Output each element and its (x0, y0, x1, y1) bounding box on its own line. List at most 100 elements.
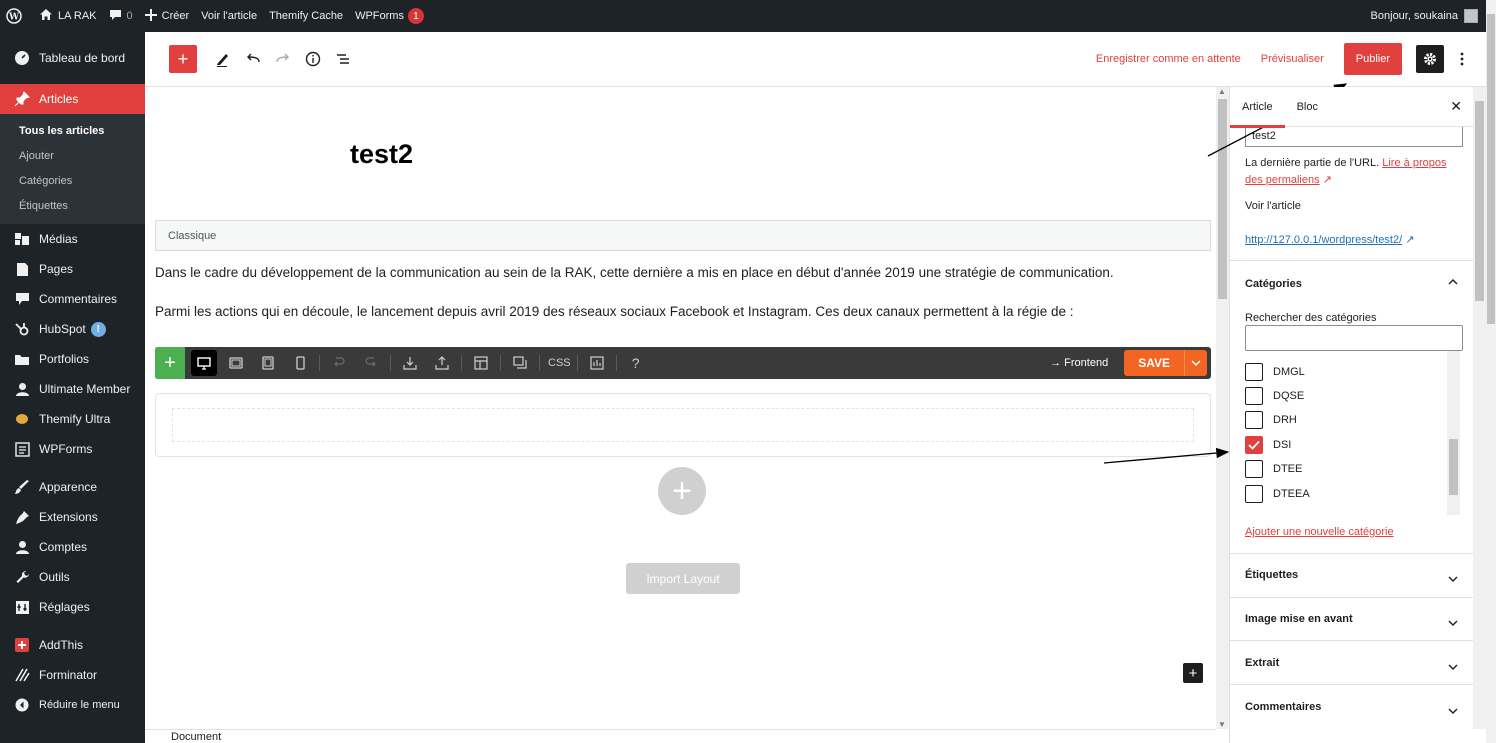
chevron-up-icon[interactable] (1448, 276, 1458, 288)
checkbox[interactable] (1245, 460, 1263, 478)
category-item[interactable]: DMGL (1245, 363, 1305, 381)
menu-pages[interactable]: Pages (0, 254, 145, 284)
block-breadcrumb[interactable]: Document (145, 729, 1216, 743)
add-block-inline-button[interactable]: + (1183, 663, 1203, 683)
builder-add-button[interactable]: + (155, 347, 185, 379)
menu-forminator[interactable]: Forminator (0, 660, 145, 690)
page-scrollbar[interactable] (1486, 0, 1496, 743)
save-pending-link[interactable]: Enregistrer comme en attente (1096, 53, 1241, 65)
outline-button[interactable] (331, 47, 355, 71)
create-link[interactable]: Créer (139, 0, 196, 32)
themify-cache-link[interactable]: Themify Cache (263, 0, 349, 32)
site-home-link[interactable]: LA RAK (33, 0, 103, 32)
slug-input[interactable] (1245, 125, 1463, 147)
menu-themify-ultra[interactable]: Themify Ultra (0, 404, 145, 434)
paragraph[interactable]: Dans le cadre du développement de la com… (155, 265, 1114, 280)
submenu-tags[interactable]: Étiquettes (0, 193, 145, 218)
layouts-button[interactable] (468, 350, 494, 376)
categories-panel-title[interactable]: Catégories (1245, 278, 1302, 290)
export-button[interactable] (429, 350, 455, 376)
add-module-button[interactable]: + (658, 467, 706, 515)
builder-row[interactable] (155, 393, 1211, 457)
checkbox[interactable] (1245, 387, 1263, 405)
builder-redo-button[interactable] (358, 350, 384, 376)
builder-save-button[interactable]: SAVE (1124, 350, 1207, 376)
submenu-categories[interactable]: Catégories (0, 168, 145, 193)
publish-button[interactable]: Publier (1343, 43, 1402, 75)
category-item[interactable]: DSI (1245, 436, 1291, 454)
menu-media[interactable]: Médias (0, 224, 145, 254)
menu-tools[interactable]: Outils (0, 562, 145, 592)
category-item[interactable]: DRH (1245, 411, 1297, 429)
comments-link[interactable]: 0 (103, 0, 139, 32)
category-item[interactable]: DTEE (1245, 460, 1302, 478)
menu-ultimate-member[interactable]: Ultimate Member (0, 374, 145, 404)
menu-settings[interactable]: Réglages (0, 592, 145, 622)
menu-articles[interactable]: Articles (0, 84, 145, 114)
menu-accounts[interactable]: Comptes (0, 532, 145, 562)
chevron-down-icon[interactable] (1448, 705, 1458, 717)
help-button[interactable]: ? (623, 350, 649, 376)
import-button[interactable] (397, 350, 423, 376)
import-layout-button[interactable]: Import Layout (626, 563, 740, 594)
duplicate-button[interactable] (507, 350, 533, 376)
chevron-down-icon[interactable] (1448, 617, 1458, 629)
chevron-down-icon[interactable] (1448, 661, 1458, 673)
excerpt-panel-title[interactable]: Extrait (1245, 657, 1279, 669)
tab-block[interactable]: Bloc (1285, 87, 1330, 127)
chevron-down-icon[interactable] (1184, 350, 1207, 376)
tags-panel-title[interactable]: Étiquettes (1245, 569, 1298, 581)
category-search-input[interactable] (1245, 325, 1463, 351)
menu-hubspot[interactable]: HubSpot ! (0, 314, 145, 344)
permalink-link[interactable]: http://127.0.0.1/wordpress/test2/ (1245, 234, 1402, 246)
tablet-landscape-button[interactable] (223, 350, 249, 376)
category-item[interactable]: DTEEA (1245, 485, 1310, 503)
content-scrollbar[interactable]: ▲ ▼ (1216, 87, 1229, 729)
view-post-link[interactable]: Voir l'article (195, 0, 263, 32)
menu-wpforms[interactable]: WPForms (0, 434, 145, 464)
menu-comments[interactable]: Commentaires (0, 284, 145, 314)
menu-portfolios[interactable]: Portfolios (0, 344, 145, 374)
details-button[interactable] (301, 47, 325, 71)
add-block-button[interactable]: + (169, 45, 197, 73)
tab-article[interactable]: Article (1230, 87, 1285, 128)
checkbox[interactable] (1245, 411, 1263, 429)
tablet-portrait-button[interactable] (255, 350, 281, 376)
menu-extensions[interactable]: Extensions (0, 502, 145, 532)
user-account-link[interactable]: Bonjour, soukaina (1371, 9, 1486, 23)
more-options-button[interactable] (1452, 45, 1472, 73)
category-item[interactable]: DQSE (1245, 387, 1304, 405)
checkbox[interactable] (1245, 363, 1263, 381)
desktop-view-button[interactable] (191, 350, 217, 376)
revisions-button[interactable] (584, 350, 610, 376)
scrollbar-thumb[interactable] (1218, 99, 1227, 299)
menu-collapse[interactable]: Réduire le menu (0, 690, 145, 720)
settings-scrollbar[interactable] (1473, 87, 1486, 729)
undo-button[interactable] (241, 47, 265, 71)
preview-link[interactable]: Prévisualiser (1261, 53, 1324, 65)
builder-undo-button[interactable] (326, 350, 352, 376)
custom-css-button[interactable]: CSS (548, 357, 571, 369)
checkbox-checked[interactable] (1245, 436, 1263, 454)
close-icon[interactable]: ✕ (1450, 98, 1462, 115)
settings-button[interactable] (1416, 45, 1444, 73)
submenu-all-articles[interactable]: Tous les articles (0, 118, 145, 143)
checkbox[interactable] (1245, 485, 1263, 503)
mobile-view-button[interactable] (287, 350, 313, 376)
wordpress-logo-icon[interactable]: W (0, 0, 33, 32)
paragraph[interactable]: Parmi les actions qui en découle, le lan… (155, 304, 1074, 319)
add-category-link[interactable]: Ajouter une nouvelle catégorie (1245, 526, 1394, 538)
menu-appearance[interactable]: Apparence (0, 472, 145, 502)
post-title[interactable]: test2 (350, 139, 413, 170)
scrollbar-thumb[interactable] (1475, 101, 1484, 301)
menu-addthis[interactable]: AddThis (0, 630, 145, 660)
builder-column[interactable] (172, 408, 1194, 442)
tools-button[interactable] (211, 47, 235, 71)
classic-block-label[interactable]: Classique (155, 220, 1211, 251)
scrollbar-thumb[interactable] (1449, 439, 1458, 495)
menu-dashboard[interactable]: Tableau de bord (0, 32, 145, 84)
comments-panel-title[interactable]: Commentaires (1245, 701, 1321, 713)
category-scrollbar[interactable] (1447, 351, 1460, 515)
frontend-link[interactable]: → Frontend (1050, 357, 1108, 369)
redo-button[interactable] (271, 47, 295, 71)
